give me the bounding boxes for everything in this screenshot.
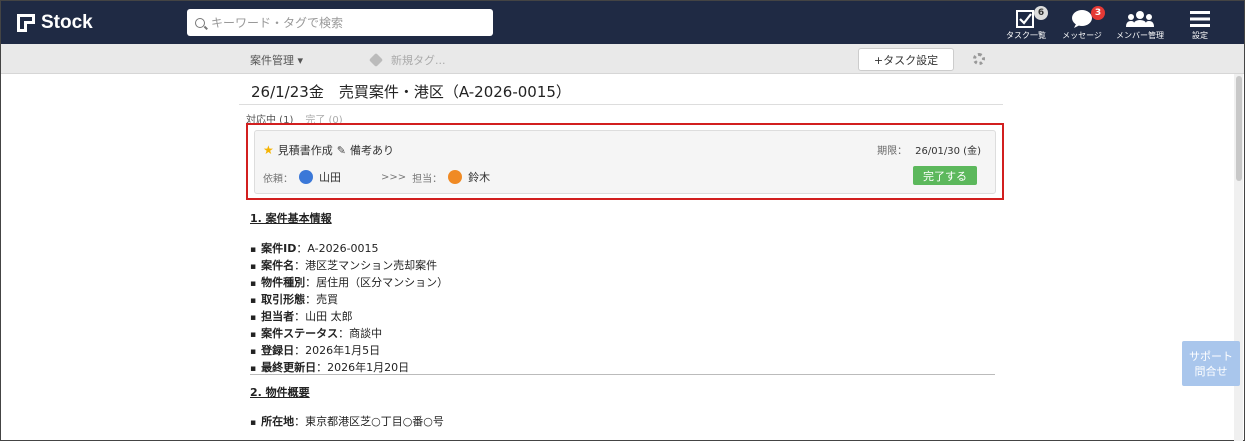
nav-label: タスク一覧	[1006, 31, 1046, 40]
divider	[239, 104, 1003, 105]
requester-name: 山田	[319, 171, 341, 184]
assignee-name: 鈴木	[468, 171, 491, 184]
property-list: 所在地：東京都港区芝○丁目○番○号	[250, 414, 444, 431]
list-item: 案件ID：A-2026-0015	[250, 241, 448, 258]
list-item: 所在地：東京都港区芝○丁目○番○号	[250, 414, 444, 431]
support-button[interactable]: サポート 問合せ	[1182, 341, 1240, 386]
deadline-label: 期限：	[877, 146, 908, 157]
nav-messages[interactable]: 3 メッセージ	[1059, 5, 1105, 41]
list-item: 担当者：山田 太郎	[250, 309, 448, 326]
requester-label: 依頼：	[263, 173, 293, 185]
support-line2: 問合せ	[1194, 364, 1228, 378]
assignee-avatar	[448, 170, 463, 184]
nav-task-list[interactable]: 6 タスク一覧	[1004, 5, 1048, 41]
tag-icon	[368, 52, 384, 68]
section-heading: 2. 物件概要	[250, 386, 310, 399]
nav-label: メッセージ	[1062, 31, 1102, 40]
support-line1: サポート	[1189, 349, 1233, 363]
basic-info-list: 案件ID：A-2026-0015 案件名：港区芝マンション売却案件 物件種別：居…	[250, 241, 448, 377]
pencil-icon: ✎	[336, 143, 346, 157]
task-setting-button[interactable]: +タスク設定	[858, 48, 954, 71]
list-item: 案件ステータス：商談中	[250, 326, 448, 343]
search-input[interactable]	[211, 15, 481, 30]
stock-logo-icon	[17, 14, 35, 32]
stock-logo[interactable]: Stock	[17, 12, 93, 34]
note-title: 26/1/23金 売買案件・港区（A-2026-0015）	[251, 83, 571, 101]
tag-input[interactable]: 新規タグ...	[368, 52, 446, 68]
gear-icon[interactable]	[973, 53, 985, 65]
task-badge: 6	[1034, 6, 1048, 20]
search-icon	[195, 17, 205, 28]
assignee-label: 担当：	[412, 173, 443, 185]
task-card[interactable]: ★ 見積書作成 ✎ 備考あり 期限： 26/01/30 (金) 依頼： 山田 >…	[254, 130, 996, 194]
logo-text: Stock	[41, 12, 93, 33]
tag-placeholder: 新規タグ...	[391, 54, 446, 67]
sub-toolbar: 案件管理 ▾ 新規タグ... +タスク設定	[1, 44, 1244, 74]
list-item: 物件種別：居住用（区分マンション）	[250, 275, 448, 292]
message-badge: 3	[1091, 6, 1105, 20]
requester-avatar	[299, 170, 313, 184]
scrollbar-thumb[interactable]	[1236, 76, 1242, 181]
nav-settings[interactable]: 設定	[1187, 5, 1213, 41]
nav-label: 設定	[1192, 31, 1208, 40]
nav-members[interactable]: メンバー管理	[1111, 5, 1169, 41]
section-heading: 1. 案件基本情報	[250, 212, 332, 225]
deadline-value: 26/01/30 (金)	[915, 146, 981, 157]
users-icon	[1126, 11, 1154, 27]
list-item: 取引形態：売買	[250, 292, 448, 309]
assign-arrow: >>>	[381, 171, 407, 183]
chat-icon	[1072, 10, 1092, 28]
section-divider	[250, 374, 995, 375]
list-item: 案件名：港区芝マンション売却案件	[250, 258, 448, 275]
complete-button[interactable]: 完了する	[913, 166, 977, 185]
task-highlight: ★ 見積書作成 ✎ 備考あり 期限： 26/01/30 (金) 依頼： 山田 >…	[246, 123, 1004, 200]
nav-label: メンバー管理	[1116, 31, 1164, 40]
category-dropdown[interactable]: 案件管理 ▾	[250, 52, 303, 68]
checkbox-icon	[1016, 10, 1034, 28]
menu-icon	[1190, 11, 1210, 27]
search-box[interactable]	[187, 9, 493, 36]
task-memo: 備考あり	[349, 144, 394, 157]
star-icon[interactable]: ★	[263, 143, 274, 157]
list-item: 登録日：2026年1月5日	[250, 343, 448, 360]
top-bar: Stock 6 タスク一覧 3 メッセージ	[1, 1, 1244, 44]
task-name: 見積書作成	[277, 144, 333, 157]
